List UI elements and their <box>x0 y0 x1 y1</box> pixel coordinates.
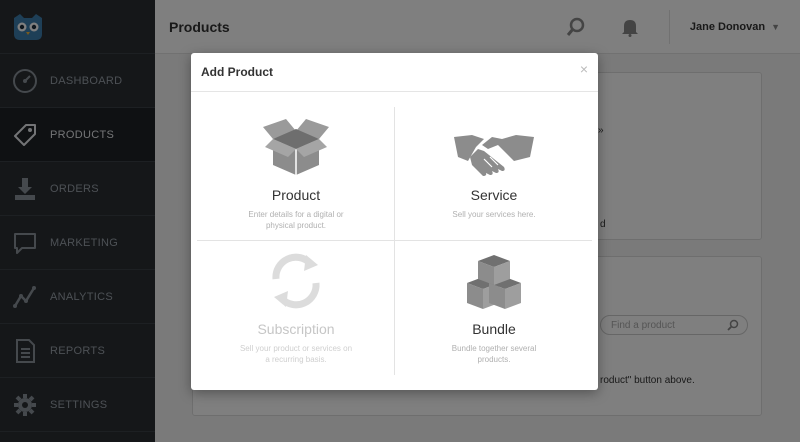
option-description: Enter details for a digital or physical … <box>248 210 344 230</box>
product-type-options: Product Enter details for a digital or p… <box>197 107 592 375</box>
option-description: Sell your services here. <box>452 210 536 219</box>
modal-header: Add Product × <box>191 53 598 92</box>
refresh-cycle-icon <box>197 241 395 311</box>
handshake-icon <box>395 107 593 177</box>
open-box-icon <box>197 107 395 177</box>
option-title: Product <box>271 187 321 203</box>
option-subscription[interactable]: Subscription Sell your product or servic… <box>197 241 395 375</box>
option-service[interactable]: Service Sell your services here. <box>395 107 593 241</box>
option-title: Subscription <box>257 321 335 337</box>
stacked-boxes-icon <box>395 241 593 311</box>
option-product[interactable]: Product Enter details for a digital or p… <box>197 107 395 241</box>
close-button[interactable]: × <box>580 61 588 77</box>
option-title: Bundle <box>472 321 516 337</box>
option-description: Bundle together several products. <box>451 344 537 364</box>
option-title: Service <box>470 187 518 203</box>
option-description: Sell your product or services on a recur… <box>239 344 353 364</box>
option-bundle[interactable]: Bundle Bundle together several products. <box>395 241 593 375</box>
add-product-modal: Add Product × Product Enter details for … <box>191 53 598 390</box>
modal-title: Add Product <box>201 65 273 79</box>
